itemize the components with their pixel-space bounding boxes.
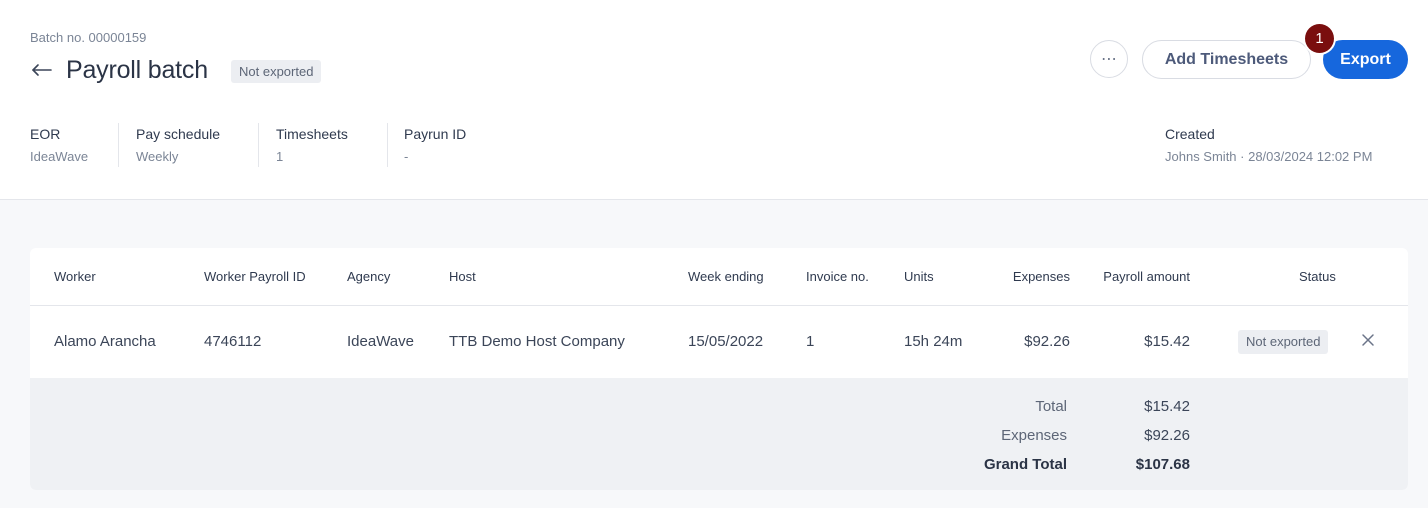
meta-timesheets-label: Timesheets (276, 126, 348, 142)
meta-created-value: Johns Smith · 28/03/2024 12:02 PM (1165, 149, 1373, 164)
meta-pay-schedule-value: Weekly (136, 149, 179, 164)
export-button[interactable]: Export (1323, 40, 1408, 79)
row-status-badge: Not exported (1238, 330, 1329, 354)
meta-payrun-id-label: Payrun ID (404, 126, 467, 142)
step-marker: 1 (1305, 24, 1334, 53)
arrow-left-icon[interactable] (30, 58, 54, 82)
cell-host: TTB Demo Host Company (449, 333, 625, 350)
column-header-invoice-no[interactable]: Invoice no. (806, 269, 869, 284)
cell-invoice-no: 1 (806, 333, 815, 350)
meta-eor: EOR IdeaWave (30, 125, 88, 165)
meta-eor-label: EOR (30, 126, 61, 142)
column-header-week-ending[interactable]: Week ending (688, 269, 764, 284)
table-row[interactable]: Alamo Arancha 4746112 IdeaWave TTB Demo … (30, 306, 1408, 378)
meta-pay-schedule-label: Pay schedule (136, 126, 221, 142)
timesheets-table: Worker Worker Payroll ID Agency Host Wee… (30, 248, 1408, 490)
cell-units: 15h 24m (904, 333, 963, 350)
add-timesheets-button[interactable]: Add Timesheets (1142, 40, 1311, 79)
column-header-expenses[interactable]: Expenses (1013, 269, 1070, 284)
batch-number: Batch no. 00000159 (30, 30, 147, 45)
totals-section: Total $15.42 Expenses $92.26 Grand Total… (30, 378, 1408, 490)
meta-payrun-id-value: - (404, 149, 409, 164)
column-header-agency[interactable]: Agency (347, 269, 390, 284)
meta-created: Created Johns Smith · 28/03/2024 12:02 P… (1165, 125, 1372, 165)
column-header-units[interactable]: Units (904, 269, 934, 284)
more-horizontal-icon: ⋯ (1101, 51, 1117, 68)
status-badge: Not exported (231, 60, 322, 83)
divider (258, 123, 259, 167)
column-header-worker[interactable]: Worker (54, 269, 96, 284)
grand-total-label: Grand Total (983, 456, 1067, 473)
cell-worker: Alamo Arancha (54, 333, 156, 350)
expenses-total-label: Expenses (1001, 427, 1067, 444)
meta-pay-schedule: Pay schedule Weekly (136, 125, 220, 165)
column-header-status[interactable]: Status (1299, 269, 1336, 284)
divider (387, 123, 388, 167)
divider (118, 123, 119, 167)
meta-created-label: Created (1165, 126, 1215, 142)
more-options-button[interactable]: ⋯ (1090, 40, 1128, 78)
total-label: Total (1035, 398, 1067, 415)
cell-week-ending: 15/05/2022 (688, 333, 764, 350)
cell-expenses: $92.26 (1024, 333, 1070, 350)
page-header: Batch no. 00000159 Payroll batch Not exp… (0, 0, 1428, 200)
grand-total-value: $107.68 (1135, 456, 1190, 473)
close-icon[interactable] (1360, 332, 1376, 348)
meta-timesheets-value: 1 (276, 149, 284, 164)
meta-timesheets: Timesheets 1 (276, 125, 348, 165)
column-header-payroll-amount[interactable]: Payroll amount (1103, 269, 1190, 284)
meta-eor-value: IdeaWave (30, 149, 89, 164)
page-title: Payroll batch (66, 56, 208, 84)
column-header-host[interactable]: Host (449, 269, 476, 284)
cell-payroll-amount: $15.42 (1144, 333, 1190, 350)
column-header-worker-payroll-id[interactable]: Worker Payroll ID (204, 269, 306, 284)
cell-agency: IdeaWave (347, 333, 414, 350)
table-header: Worker Worker Payroll ID Agency Host Wee… (30, 248, 1408, 306)
meta-payrun-id: Payrun ID - (404, 125, 466, 165)
cell-worker-payroll-id: 4746112 (204, 333, 262, 350)
total-value: $15.42 (1144, 398, 1190, 415)
expenses-total-value: $92.26 (1144, 427, 1190, 444)
page: Batch no. 00000159 Payroll batch Not exp… (0, 0, 1428, 508)
